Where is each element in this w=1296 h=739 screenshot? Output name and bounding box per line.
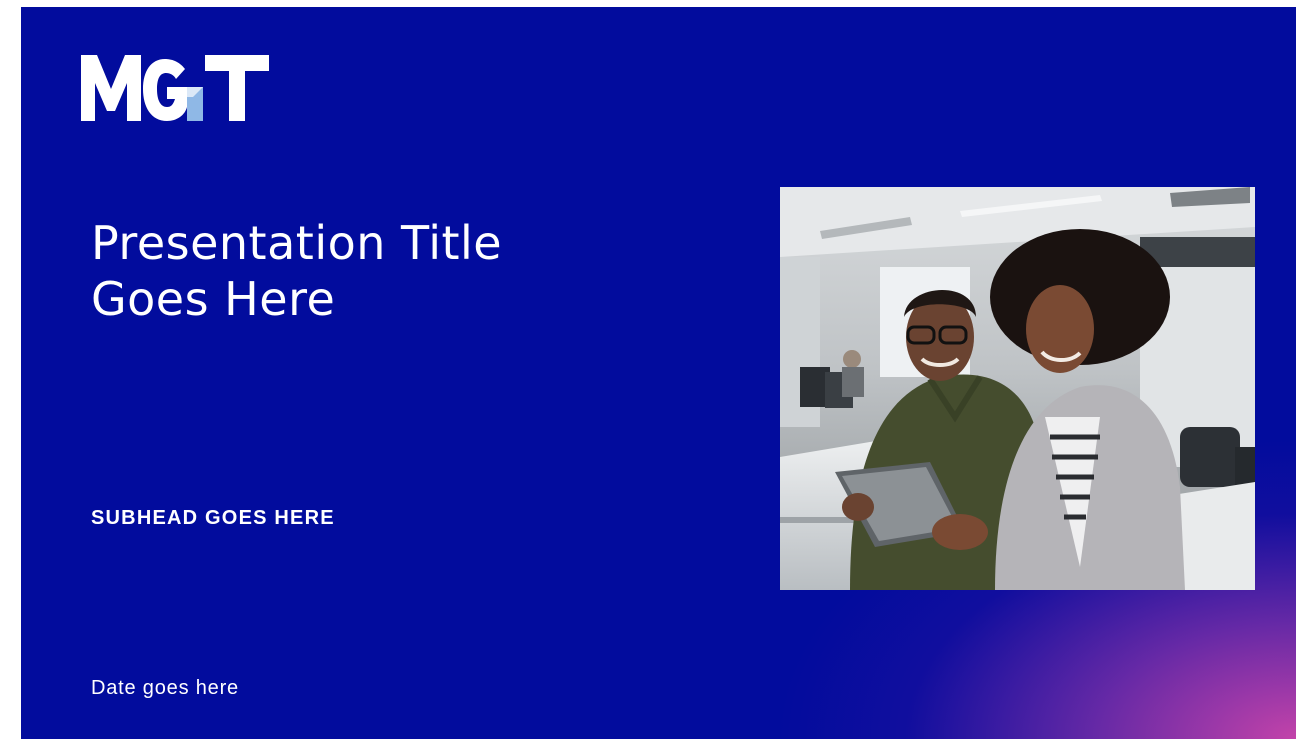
subhead: SUBHEAD GOES HERE	[91, 507, 335, 529]
title-slide: Presentation Title Goes Here SUBHEAD GOE…	[21, 7, 1296, 739]
title-line-1: Presentation Title	[91, 216, 503, 270]
mgt-logo	[81, 51, 271, 125]
presentation-title: Presentation Title Goes Here	[91, 215, 502, 327]
office-photo	[780, 187, 1255, 590]
title-line-2: Goes Here	[91, 272, 336, 327]
date-text: Date goes here	[91, 677, 239, 699]
